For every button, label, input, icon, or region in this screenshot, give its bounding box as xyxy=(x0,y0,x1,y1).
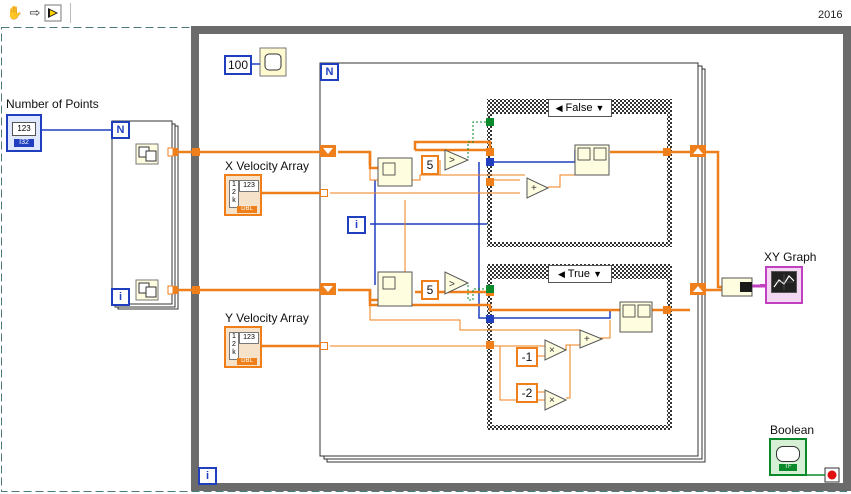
array-index-row: k xyxy=(232,197,236,204)
case-dropdown-icon[interactable]: ▼ xyxy=(596,103,605,113)
array-index-row: 2 xyxy=(232,189,236,196)
array-index-row: k xyxy=(232,349,236,356)
xy-graph-label: XY Graph xyxy=(764,250,817,264)
array-index-row: 2 xyxy=(232,341,236,348)
while-loop-iteration-terminal: i xyxy=(198,467,217,485)
wait-ms-constant[interactable]: 100 xyxy=(224,55,252,75)
type-badge: DBL xyxy=(237,206,257,213)
case-dropdown-icon[interactable]: ▼ xyxy=(593,269,602,279)
neg-two-constant[interactable]: -2 xyxy=(516,383,538,403)
case-label-bottom: True xyxy=(567,268,590,280)
case-prev-icon[interactable]: ◀ xyxy=(556,103,563,113)
number-of-points-control[interactable]: 123 I32 xyxy=(6,114,42,152)
array-index: 1 2 k xyxy=(229,332,239,360)
array-element-display: 123 xyxy=(239,332,259,344)
case-selector-bottom[interactable]: ◀ True ▼ xyxy=(548,265,612,283)
block-diagram: > > + + × × xyxy=(1,26,851,492)
y-velocity-array-control[interactable]: 1 2 k 123 DBL xyxy=(224,326,262,368)
array-index-row: 1 xyxy=(232,333,236,340)
case-label-top: False xyxy=(565,102,593,114)
graph-icon xyxy=(771,271,797,293)
type-badge: DBL xyxy=(237,358,257,365)
svg-text:>: > xyxy=(449,279,455,290)
for-loop-iteration-terminal: i xyxy=(111,288,130,306)
svg-text:>: > xyxy=(449,155,455,166)
inner-for-loop-count-terminal: N xyxy=(320,63,339,81)
x-velocity-array-control[interactable]: 1 2 k 123 DBL xyxy=(224,174,262,216)
numeric-display: 123 xyxy=(12,122,36,136)
threshold-y-constant[interactable]: 5 xyxy=(421,280,439,300)
array-index: 1 2 k xyxy=(229,180,239,208)
wait-timer-icon xyxy=(262,50,284,74)
for-loop-count-terminal: N xyxy=(111,121,130,139)
stop-terminal[interactable] xyxy=(825,468,839,482)
xy-graph-indicator[interactable] xyxy=(765,266,803,304)
svg-text:+: + xyxy=(531,183,537,194)
inner-iteration-terminal: i xyxy=(347,216,366,234)
neg-one-constant[interactable]: -1 xyxy=(516,347,538,367)
case-selector-top[interactable]: ◀ False ▼ xyxy=(548,99,612,117)
svg-text:×: × xyxy=(549,395,555,406)
y-velocity-array-label: Y Velocity Array xyxy=(225,311,309,325)
array-element-display: 123 xyxy=(239,180,259,192)
svg-text:+: + xyxy=(584,334,590,345)
svg-text:×: × xyxy=(549,345,555,356)
case-prev-icon[interactable]: ◀ xyxy=(558,269,565,279)
threshold-x-constant[interactable]: 5 xyxy=(421,155,439,175)
type-badge: TF xyxy=(779,464,797,471)
boolean-label: Boolean xyxy=(770,423,815,437)
boolean-indicator[interactable]: TF xyxy=(769,438,807,476)
number-of-points-label: Number of Points xyxy=(6,97,99,111)
x-velocity-array-label: X Velocity Array xyxy=(225,159,310,173)
type-badge: I32 xyxy=(14,139,34,147)
array-index-row: 1 xyxy=(232,181,236,188)
led-icon xyxy=(776,446,800,462)
